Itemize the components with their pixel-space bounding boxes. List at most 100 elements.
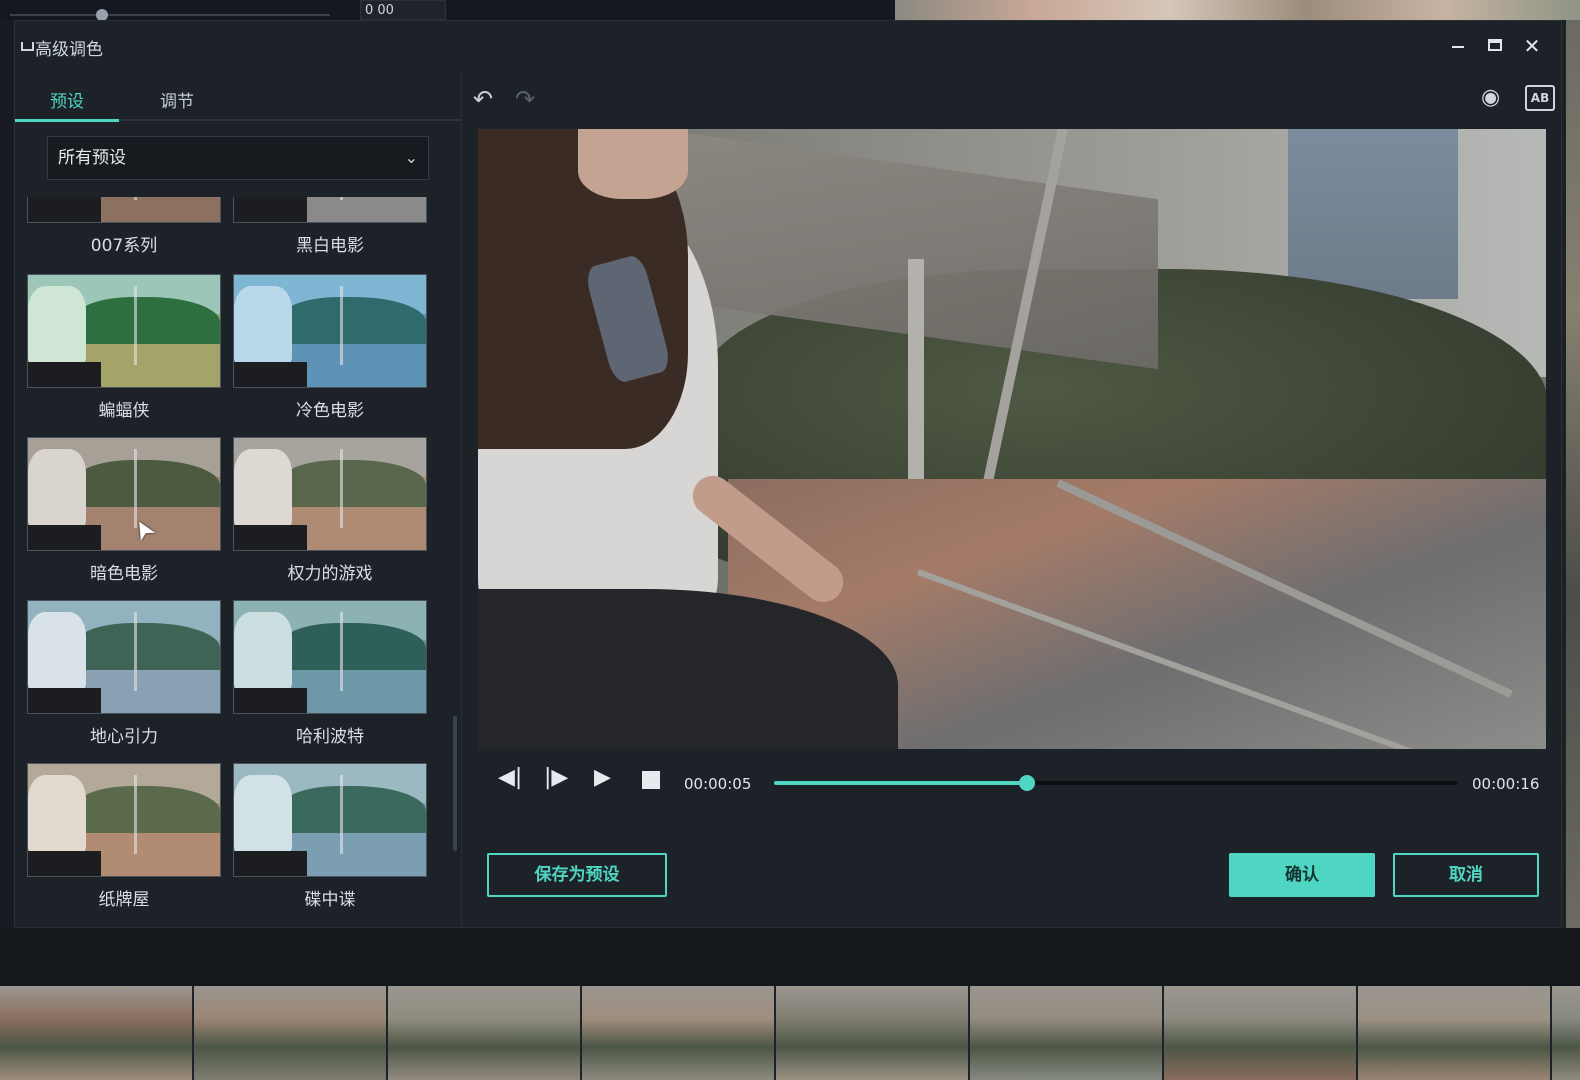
tab-bar: 预设 调节 <box>15 79 461 122</box>
preset-item[interactable]: 007系列 <box>27 197 221 259</box>
thumb-skirt <box>28 688 101 713</box>
preset-category-value: 所有预设 <box>58 148 126 168</box>
preset-item[interactable]: 权力的游戏 <box>233 437 427 587</box>
thumb-skirt <box>28 525 101 550</box>
preview-subject-face <box>578 129 688 199</box>
preset-thumbnail <box>233 197 427 223</box>
undo-icon[interactable]: ↶ <box>473 85 503 115</box>
thumb-skirt <box>234 362 307 387</box>
preset-item[interactable]: 蝙蝠侠 <box>27 274 221 424</box>
maximize-icon <box>1488 39 1502 51</box>
preset-label: 黑白电影 <box>296 236 364 256</box>
preset-thumbnail <box>27 197 221 223</box>
thumb-pole <box>133 197 137 200</box>
minimize-icon <box>1452 46 1464 48</box>
thumb-skirt <box>234 851 307 876</box>
thumb-stands <box>85 833 220 876</box>
preset-item[interactable]: 碟中谍 <box>233 763 427 913</box>
step-back-icon[interactable]: ◀| <box>498 765 522 795</box>
filmstrip-frame <box>970 986 1163 1080</box>
preset-thumbnail <box>27 600 221 714</box>
save-as-preset-button[interactable]: 保存为预设 <box>487 853 667 897</box>
thumb-trees <box>76 623 220 674</box>
editor-left-edge <box>0 20 15 980</box>
preview-building <box>1288 129 1458 299</box>
preset-item[interactable]: 黑白电影 <box>233 197 427 259</box>
preset-label: 哈利波特 <box>296 727 364 747</box>
minimize-button[interactable] <box>1445 33 1471 59</box>
playback-timeline[interactable] <box>774 775 1458 791</box>
filmstrip-frame <box>1358 986 1551 1080</box>
editor-timeline-bar <box>0 928 1580 986</box>
thumb-stands <box>291 344 426 387</box>
preset-label: 纸牌屋 <box>98 890 150 910</box>
thumb-stands <box>85 670 220 713</box>
confirm-button[interactable]: 确认 <box>1229 853 1375 897</box>
thumb-subject <box>234 449 292 528</box>
preset-thumbnail <box>233 437 427 551</box>
preset-thumbnail <box>27 274 221 388</box>
thumb-stands <box>291 670 426 713</box>
thumb-pole <box>339 449 343 528</box>
filmstrip-frame <box>0 986 193 1080</box>
preset-thumbnail <box>233 600 427 714</box>
thumb-trees <box>76 460 220 511</box>
preset-item[interactable]: 地心引力 <box>27 600 221 750</box>
app-icon <box>21 42 34 51</box>
thumb-subject <box>234 612 292 691</box>
filmstrip-frame <box>1164 986 1357 1080</box>
filmstrip-frame <box>582 986 775 1080</box>
thumb-trees <box>282 297 426 348</box>
tab-presets[interactable]: 预设 <box>15 87 119 122</box>
left-panel: 预设 调节 所有预设 ⌄ 007系列 黑白电影蝙蝠侠 冷色电影暗色电影 权力的游戏地心… <box>15 71 462 927</box>
timeline-handle[interactable] <box>1019 775 1036 791</box>
preset-item[interactable]: 暗色电影 <box>27 437 221 587</box>
compare-ab-icon[interactable]: AB <box>1525 85 1555 111</box>
preset-thumbnail <box>233 763 427 877</box>
thumb-trees <box>282 786 426 837</box>
play-icon[interactable]: ▶ <box>594 765 611 795</box>
thumb-skirt <box>28 362 101 387</box>
stop-icon[interactable] <box>642 771 660 789</box>
filmstrip-frame <box>388 986 581 1080</box>
thumb-skirt <box>234 525 307 550</box>
preset-label: 暗色电影 <box>90 564 158 584</box>
preset-scrollbar[interactable] <box>453 716 457 851</box>
filmstrip-frame <box>1552 986 1580 1080</box>
thumb-skirt <box>28 851 101 876</box>
thumb-trees <box>76 786 220 837</box>
thumb-stands <box>85 344 220 387</box>
timeline-progress <box>774 781 1028 785</box>
editor-right-edge <box>1566 20 1580 980</box>
step-forward-icon[interactable]: |▶ <box>544 765 568 795</box>
advanced-color-dialog: 高级调色 ✕ 预设 调节 所有预设 ⌄ 007系列 黑白电影蝙蝠侠 冷色电影暗色电影… <box>14 20 1562 928</box>
preset-label: 地心引力 <box>90 727 158 747</box>
preset-thumbnail <box>27 763 221 877</box>
thumb-pole <box>133 612 137 691</box>
preset-item[interactable]: 纸牌屋 <box>27 763 221 913</box>
timeline-filmstrip[interactable] <box>0 986 1580 1080</box>
tab-adjust[interactable]: 调节 <box>125 87 229 119</box>
thumb-pole <box>339 286 343 365</box>
preset-grid: 007系列 黑白电影 蝙蝠侠 冷色电影 暗色电影 权力的游戏 地心引力 哈利波特 纸牌屋 碟中谍 ➤ <box>15 197 461 927</box>
eye-icon[interactable]: ◉ <box>1481 85 1511 115</box>
thumb-subject <box>28 612 86 691</box>
close-button[interactable]: ✕ <box>1519 33 1545 59</box>
preset-category-select[interactable]: 所有预设 ⌄ <box>47 136 429 180</box>
dialog-title: 高级调色 <box>35 40 103 60</box>
thumb-subject <box>234 775 292 854</box>
maximize-button[interactable] <box>1482 33 1508 59</box>
filmstrip-frame <box>776 986 969 1080</box>
preset-thumbnail <box>27 437 221 551</box>
dialog-titlebar: 高级调色 ✕ <box>15 21 1561 71</box>
thumb-pole <box>133 286 137 365</box>
preset-item[interactable]: 冷色电影 <box>233 274 427 424</box>
preset-item[interactable]: 哈利波特 <box>233 600 427 750</box>
video-preview <box>478 129 1546 749</box>
thumb-stands <box>291 197 426 222</box>
thumb-trees <box>282 460 426 511</box>
thumb-skirt <box>234 688 307 713</box>
redo-icon[interactable]: ↷ <box>515 85 545 115</box>
filmstrip-frame <box>194 986 387 1080</box>
cancel-button[interactable]: 取消 <box>1393 853 1539 897</box>
